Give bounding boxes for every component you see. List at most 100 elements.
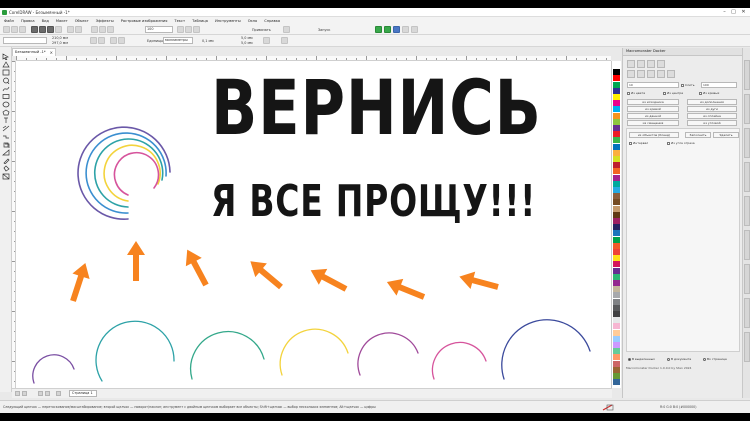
transparency-icon[interactable] bbox=[2, 149, 10, 156]
color-swatch[interactable] bbox=[613, 100, 620, 107]
portrait-icon[interactable] bbox=[90, 37, 97, 44]
color-swatch[interactable] bbox=[613, 180, 620, 187]
color-swatch[interactable] bbox=[613, 329, 620, 336]
duplicate-x-value[interactable]: 5,0 мм bbox=[241, 36, 253, 40]
docker-tab[interactable] bbox=[744, 332, 750, 362]
shadow-icon[interactable] bbox=[2, 141, 10, 148]
docker-from-addition-button[interactable]: из дополнения bbox=[687, 99, 737, 105]
color-swatch[interactable] bbox=[613, 106, 620, 113]
import-icon[interactable] bbox=[91, 26, 98, 33]
docker-from-angle-button[interactable]: из угловой bbox=[687, 120, 737, 126]
docker-tab[interactable] bbox=[744, 94, 750, 124]
color-swatch[interactable] bbox=[613, 249, 620, 255]
current-page-icon[interactable] bbox=[118, 37, 125, 44]
docker-from-arc-button[interactable]: из дуги bbox=[687, 106, 737, 112]
freehand-icon[interactable] bbox=[2, 85, 10, 92]
zoom-combo[interactable]: 100 bbox=[145, 26, 173, 33]
color-swatch[interactable] bbox=[613, 87, 620, 94]
fill-icon[interactable] bbox=[2, 165, 10, 172]
save-icon[interactable] bbox=[19, 26, 26, 33]
menu-bitmaps[interactable]: Растровые изображения bbox=[121, 19, 168, 23]
treat-as-filled-icon[interactable] bbox=[263, 37, 270, 44]
docker-delete-button[interactable]: Удалить bbox=[713, 132, 739, 138]
headline-top[interactable]: ВЕРНИСЬ bbox=[211, 63, 542, 152]
menu-layout[interactable]: Макет bbox=[56, 19, 68, 23]
publish-pdf-icon[interactable] bbox=[107, 26, 114, 33]
docker-tab[interactable] bbox=[744, 298, 750, 328]
connector-icon[interactable] bbox=[2, 133, 10, 140]
color-swatch[interactable] bbox=[613, 373, 620, 379]
last-page-icon[interactable] bbox=[45, 391, 50, 396]
grid-icon[interactable] bbox=[193, 26, 200, 33]
crop-icon[interactable] bbox=[2, 69, 10, 76]
fill-indicator-icon[interactable] bbox=[602, 404, 614, 411]
docker-tool-icon[interactable] bbox=[647, 60, 655, 68]
color-swatch[interactable] bbox=[613, 149, 620, 156]
docker-tool-icon[interactable] bbox=[637, 70, 645, 78]
nudge-value[interactable]: 0,1 мм bbox=[202, 39, 214, 43]
shape-icon[interactable] bbox=[2, 61, 10, 68]
docker-percent-field[interactable]: 100 bbox=[701, 82, 737, 88]
docker-from-spline-button[interactable]: из сплайна bbox=[687, 113, 737, 119]
color-swatch[interactable] bbox=[613, 323, 620, 330]
menu-help[interactable]: Справка bbox=[264, 19, 280, 23]
all-pages-icon[interactable] bbox=[110, 37, 117, 44]
docker-check-from-curves[interactable]: Из кривых bbox=[699, 91, 719, 95]
color-swatch[interactable] bbox=[613, 193, 620, 200]
bottom-arcs[interactable] bbox=[32, 319, 591, 384]
maximize-button[interactable]: □ bbox=[730, 9, 737, 16]
color-swatch[interactable] bbox=[613, 342, 620, 348]
page-height-value[interactable]: 297,0 мм bbox=[52, 41, 68, 45]
docker-check-cut-angle[interactable]: Из угла отреза bbox=[667, 141, 695, 145]
color-swatch[interactable] bbox=[613, 242, 620, 249]
docker-radio-page[interactable]: Во странице bbox=[703, 357, 727, 361]
color-swatch[interactable] bbox=[613, 205, 620, 212]
color-swatch[interactable] bbox=[613, 255, 620, 262]
color-swatch[interactable] bbox=[613, 354, 620, 361]
snap-label[interactable]: Привязать bbox=[252, 28, 271, 32]
launch-label[interactable]: Запуск bbox=[318, 28, 330, 32]
color-swatch[interactable] bbox=[613, 156, 620, 162]
minimize-button[interactable]: – bbox=[721, 9, 728, 16]
color-swatch[interactable] bbox=[613, 236, 620, 243]
options-gear-icon[interactable] bbox=[283, 26, 290, 33]
record-icon[interactable] bbox=[393, 26, 400, 33]
rainbow-spiral[interactable] bbox=[77, 126, 171, 220]
docker-from-given-button[interactable]: из данной bbox=[627, 113, 679, 119]
docker-tab[interactable] bbox=[744, 196, 750, 226]
docker-check-interval[interactable]: Интервал bbox=[629, 141, 648, 145]
color-swatch[interactable] bbox=[613, 137, 620, 144]
color-swatch[interactable] bbox=[613, 118, 620, 125]
menu-effects[interactable]: Эффекты bbox=[96, 19, 114, 23]
color-swatch[interactable] bbox=[613, 174, 620, 181]
stop-icon[interactable] bbox=[402, 26, 409, 33]
color-swatch[interactable] bbox=[613, 261, 620, 268]
parallel-icon[interactable] bbox=[2, 125, 10, 132]
menu-edit[interactable]: Правка bbox=[21, 19, 35, 23]
menu-table[interactable]: Таблица bbox=[192, 19, 208, 23]
docker-tab[interactable] bbox=[744, 60, 750, 90]
next-page-icon[interactable] bbox=[38, 391, 43, 396]
add-page-icon[interactable] bbox=[56, 391, 61, 396]
rectangle-icon[interactable] bbox=[2, 93, 10, 100]
play-icon[interactable] bbox=[384, 26, 391, 33]
color-swatch[interactable] bbox=[613, 317, 620, 324]
color-swatch[interactable] bbox=[613, 199, 620, 206]
color-swatch[interactable] bbox=[613, 280, 620, 286]
smart-fill-icon[interactable] bbox=[2, 173, 10, 180]
units-combo[interactable]: миллиметры bbox=[163, 37, 193, 44]
color-swatch[interactable] bbox=[613, 162, 620, 169]
docker-check-merge[interactable]: Слить bbox=[681, 83, 694, 87]
open-icon[interactable] bbox=[11, 26, 18, 33]
color-swatch[interactable] bbox=[613, 267, 620, 274]
document-tab[interactable]: Безымянный -1* × bbox=[12, 48, 56, 56]
new-icon[interactable] bbox=[3, 26, 10, 33]
color-swatch[interactable] bbox=[613, 335, 620, 342]
docker-tab[interactable] bbox=[744, 128, 750, 158]
eyedropper-icon[interactable] bbox=[2, 157, 10, 165]
docker-tool-icon[interactable] bbox=[657, 70, 665, 78]
color-palette[interactable] bbox=[611, 61, 621, 388]
color-swatch[interactable] bbox=[613, 75, 620, 82]
docker-tab[interactable] bbox=[744, 162, 750, 192]
color-swatch[interactable] bbox=[613, 69, 620, 76]
